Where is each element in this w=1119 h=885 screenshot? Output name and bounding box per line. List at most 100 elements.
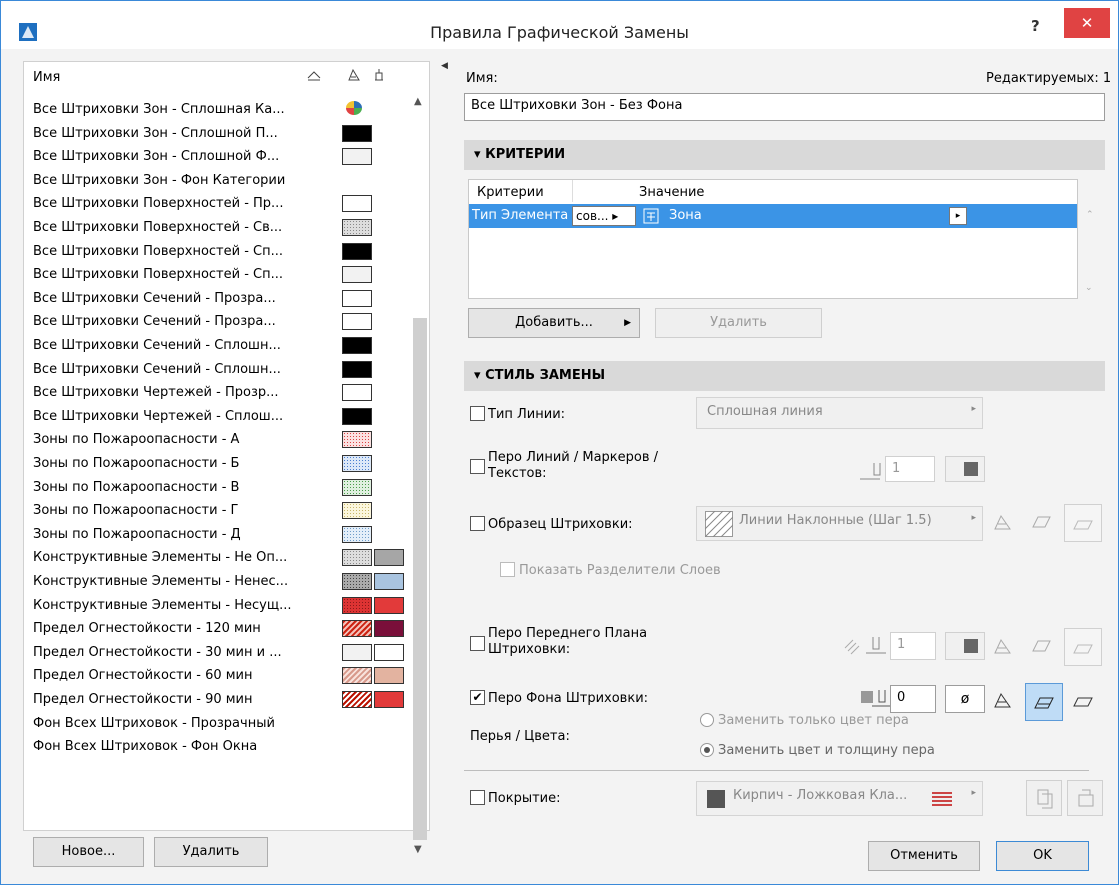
bg-cover-button-selected[interactable] [1025, 683, 1063, 721]
list-item[interactable]: Предел Огнестойкости - 90 мин [24, 688, 410, 711]
surface-paint-button[interactable] [1067, 780, 1103, 816]
list-item[interactable]: Все Штриховки Чертежей - Прозр... [24, 381, 410, 404]
list-item[interactable]: Все Штриховки Сечений - Прозра... [24, 310, 410, 333]
list-item[interactable]: Конструктивные Элементы - Не Оп... [24, 546, 410, 569]
line-type-dropdown[interactable]: Сплошная линия ▸ [696, 397, 983, 429]
list-item[interactable]: Все Штриховки Зон - Сплошной П... [24, 122, 410, 145]
surface-column-icon[interactable] [372, 68, 386, 82]
surface-checkbox[interactable] [470, 790, 485, 805]
list-item-label: Предел Огнестойкости - 90 мин [33, 692, 253, 707]
list-item[interactable]: Все Штриховки Поверхностей - Св... [24, 216, 410, 239]
fill-pattern-checkbox[interactable] [470, 516, 485, 531]
fg-cover-icon[interactable] [1030, 635, 1052, 657]
list-item-label: Все Штриховки Сечений - Прозра... [33, 290, 276, 306]
list-item[interactable]: Конструктивные Элементы - Несущ... [24, 594, 410, 617]
list-item-label: Все Штриховки Сечений - Сплошн... [33, 361, 281, 377]
list-item[interactable]: Все Штриховки Поверхностей - Пр... [24, 192, 410, 215]
line-pen-checkbox[interactable] [470, 459, 485, 474]
show-layer-separators-checkbox[interactable] [500, 562, 515, 577]
help-button[interactable]: ? [1031, 17, 1040, 35]
line-pen-input[interactable]: 1 [885, 456, 935, 482]
ok-button[interactable]: OK [996, 841, 1089, 871]
line-pen-color-swatch[interactable] [945, 456, 985, 482]
list-item[interactable]: Все Штриховки Сечений - Сплошн... [24, 334, 410, 357]
line-type-checkbox[interactable] [470, 406, 485, 421]
line-column-icon[interactable] [307, 68, 321, 82]
name-column-header[interactable]: Имя [33, 70, 60, 85]
list-item-label: Конструктивные Элементы - Несущ... [33, 597, 292, 613]
surface-swatch [374, 643, 404, 661]
list-item[interactable]: Конструктивные Элементы - Ненес... [24, 570, 410, 593]
fill-type-drafting-button[interactable] [1064, 504, 1102, 542]
criteria-row[interactable]: Тип Элемента сов... ▸ Зона ▸ [469, 204, 1077, 228]
list-item-label: Конструктивные Элементы - Не Оп... [33, 550, 288, 566]
list-item[interactable]: Все Штриховки Чертежей - Сплош... [24, 405, 410, 428]
surface-dropdown[interactable]: Кирпич - Ложковая Кла... ▸ [696, 781, 983, 816]
cancel-button[interactable]: Отменить [868, 841, 980, 871]
list-item[interactable]: Фон Всех Штриховок - Фон Окна [24, 735, 410, 758]
scroll-thumb[interactable] [413, 318, 427, 840]
fg-pen-label-1: Перо Переднего Плана [488, 626, 648, 641]
pen-weight-icon [866, 637, 886, 654]
style-section-header[interactable]: ▾ СТИЛЬ ЗАМЕНЫ [464, 361, 1105, 391]
close-button[interactable]: ✕ [1064, 8, 1110, 38]
list-scrollbar[interactable]: ▲ ▼ [410, 88, 429, 855]
list-item[interactable]: Зоны по Пожароопасности - Б [24, 452, 410, 475]
new-rule-button[interactable]: Новое... [33, 837, 144, 867]
fg-pen-color-swatch[interactable] [945, 632, 985, 660]
list-item[interactable]: Предел Огнестойкости - 60 мин [24, 664, 410, 687]
fill-swatch [346, 101, 362, 115]
list-item-label: Все Штриховки Зон - Сплошной П... [33, 125, 278, 141]
fill-pattern-dropdown[interactable]: Линии Наклонные (Шаг 1.5) ▸ [696, 506, 983, 541]
bg-pen-transparent-button[interactable]: ø [945, 685, 985, 713]
bg-pen-input[interactable]: 0 [890, 685, 936, 713]
collapse-panel-icon[interactable]: ◀ [441, 61, 448, 71]
surface-swatch [374, 620, 404, 638]
scroll-up-icon[interactable]: ▲ [414, 96, 422, 107]
list-item[interactable]: Все Штриховки Зон - Сплошной Ф... [24, 145, 410, 168]
add-criterion-button[interactable]: Добавить... ▶ [468, 308, 640, 338]
list-item[interactable]: Все Штриховки Поверхностей - Сп... [24, 263, 410, 286]
fg-pen-checkbox[interactable] [470, 636, 485, 651]
list-item[interactable]: Все Штриховки Зон - Сплошная Ка... [24, 98, 410, 121]
list-item[interactable]: Все Штриховки Поверхностей - Сп... [24, 240, 410, 263]
list-item[interactable]: Все Штриховки Сечений - Прозра... [24, 287, 410, 310]
rules-list[interactable]: Имя Все Штриховки Зон - Сплошная Ка... Вс… [23, 61, 430, 855]
list-item[interactable]: Зоны по Пожароопасности - Г [24, 499, 410, 522]
criteria-scroll-up-icon[interactable]: ⌃ [1086, 210, 1094, 220]
bg-pen-checkbox[interactable]: ✔ [470, 690, 485, 705]
replace-color-only-radio[interactable] [700, 713, 714, 727]
fg-drafting-button[interactable] [1064, 628, 1102, 666]
fill-type-cover-icon[interactable] [1030, 511, 1052, 533]
list-item-label: Все Штриховки Поверхностей - Сп... [33, 243, 283, 259]
dropdown-arrow-icon: ▶ [624, 318, 631, 328]
rule-name-input[interactable]: Все Штриховки Зон - Без Фона [464, 93, 1105, 121]
list-item[interactable]: Зоны по Пожароопасности - В [24, 476, 410, 499]
fill-column-icon[interactable] [347, 68, 361, 82]
list-item[interactable]: Все Штриховки Зон - Фон Категории [24, 169, 410, 192]
criteria-section-header[interactable]: ▾ КРИТЕРИИ [464, 140, 1105, 170]
surface-pattern-icon [932, 790, 952, 806]
surface-pick-button[interactable] [1026, 780, 1062, 816]
replace-color-weight-radio[interactable] [700, 743, 714, 757]
fill-swatch [342, 148, 372, 166]
value-dropdown-arrow[interactable]: ▸ [949, 207, 967, 225]
list-item[interactable]: Фон Всех Штриховок - Прозрачный [24, 712, 410, 735]
criteria-scroll-down-icon[interactable]: ⌄ [1085, 283, 1093, 293]
fill-type-cut-icon[interactable] [992, 511, 1014, 533]
list-item[interactable]: Все Штриховки Сечений - Сплошн... [24, 358, 410, 381]
scroll-down-icon[interactable]: ▼ [414, 844, 422, 855]
fg-cut-icon[interactable] [992, 635, 1014, 657]
fg-pen-input[interactable]: 1 [890, 632, 936, 660]
delete-rule-button[interactable]: Удалить [154, 837, 268, 867]
list-item[interactable]: Предел Огнестойкости - 30 мин и ... [24, 641, 410, 664]
list-item[interactable]: Зоны по Пожароопасности - Д [24, 523, 410, 546]
drafting-fill-icon [1073, 644, 1093, 654]
list-item[interactable]: Зоны по Пожароопасности - А [24, 428, 410, 451]
fill-swatch [342, 242, 372, 260]
list-item[interactable]: Предел Огнестойкости - 120 мин [24, 617, 410, 640]
operator-dropdown[interactable]: сов... ▸ [572, 206, 636, 226]
bg-cut-icon[interactable] [992, 689, 1014, 711]
criteria-table[interactable]: Критерии Значение Тип Элемента сов... ▸ … [468, 179, 1094, 299]
bg-drafting-icon[interactable] [1072, 689, 1094, 711]
